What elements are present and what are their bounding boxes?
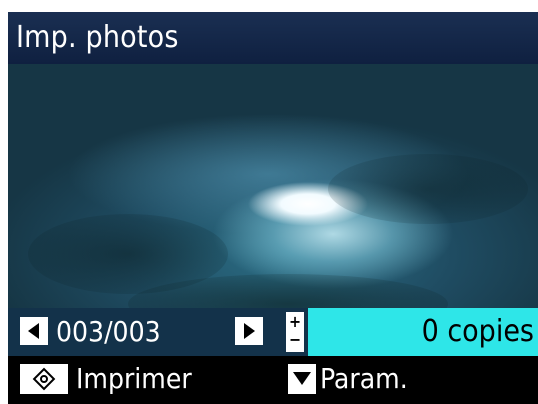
photo-counter: 003/003 <box>56 315 161 348</box>
copies-stepper[interactable]: + − <box>286 312 304 352</box>
triangle-left-icon <box>28 323 39 339</box>
triangle-down-icon <box>293 372 311 385</box>
photo-navigation-row: 003/003 + − 0 copies <box>8 308 538 356</box>
triangle-right-icon <box>244 323 255 339</box>
printer-lcd-screen: Imp. photos 003/003 + − 0 copies Imprime… <box>8 12 538 404</box>
settings-label: Param. <box>320 362 408 395</box>
settings-button[interactable] <box>288 364 316 394</box>
minus-icon[interactable]: − <box>286 332 304 352</box>
screen-title: Imp. photos <box>8 12 538 64</box>
copies-count: 0 copies <box>421 314 534 349</box>
previous-photo-button[interactable] <box>20 317 48 345</box>
photo-preview <box>8 64 538 334</box>
bottom-action-bar: Imprimer Param. <box>8 356 538 404</box>
print-label: Imprimer <box>76 362 192 395</box>
plus-icon[interactable]: + <box>286 312 304 332</box>
next-photo-button[interactable] <box>235 317 263 345</box>
copies-field[interactable]: 0 copies <box>308 308 538 356</box>
print-button[interactable] <box>20 364 68 394</box>
